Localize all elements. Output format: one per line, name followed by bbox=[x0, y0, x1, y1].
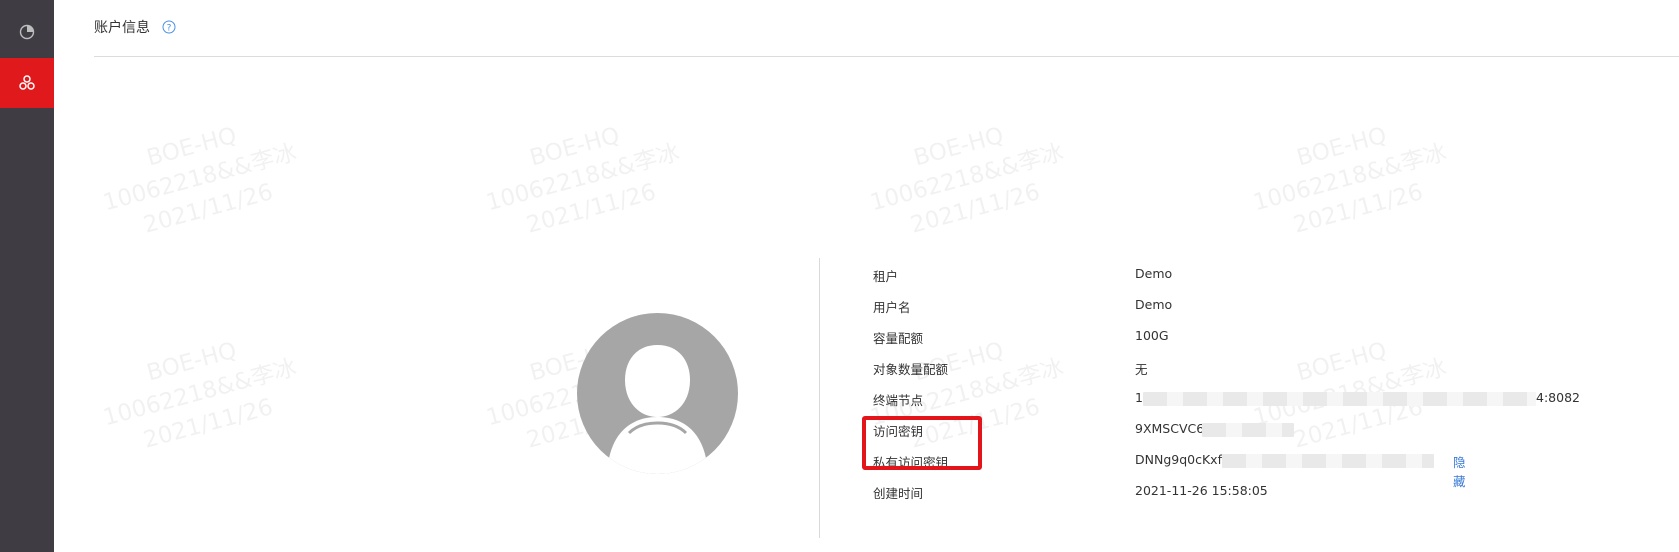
cluster-nodes-icon bbox=[19, 75, 35, 90]
page-title: 账户信息 bbox=[94, 20, 150, 36]
watermark: BOE-HQ10062218&&李冰2021/11/26 bbox=[100, 337, 300, 454]
value-quota: 100G bbox=[1135, 328, 1169, 343]
watermark: 2021/11/26 bbox=[857, 0, 1078, 20]
question-circle-icon[interactable]: ? bbox=[162, 20, 176, 34]
header-divider bbox=[94, 56, 1679, 57]
label-quota: 容量配额 bbox=[873, 331, 924, 346]
redacted-access-key bbox=[1202, 423, 1294, 437]
highlight-box bbox=[862, 416, 982, 470]
value-secret-key: DNNg9q0cKxf0 bbox=[1135, 452, 1230, 467]
label-username: 用户名 bbox=[873, 300, 911, 315]
watermark: BOE-HQ10062218&&李冰2021/11/26 bbox=[867, 122, 1067, 239]
value-created: 2021-11-26 15:58:05 bbox=[1135, 483, 1268, 498]
hide-secret-link[interactable]: 隐藏 bbox=[1453, 452, 1466, 490]
vertical-divider bbox=[819, 258, 820, 538]
redacted-endpoint bbox=[1143, 392, 1536, 406]
watermark: BOE-HQ10062218&&李冰2021/11/26 bbox=[1250, 122, 1450, 239]
value-object-quota: 无 bbox=[1135, 362, 1148, 377]
value-tenant: Demo bbox=[1135, 266, 1173, 281]
value-access-key: 9XMSCVC6 bbox=[1135, 421, 1205, 436]
value-username: Demo bbox=[1135, 297, 1173, 312]
label-tenant: 租户 bbox=[873, 269, 899, 284]
nav-item-account[interactable] bbox=[0, 58, 54, 108]
nav-item-dashboard[interactable] bbox=[0, 7, 54, 57]
value-endpoint-prefix: 1 bbox=[1135, 390, 1143, 405]
pie-chart-icon bbox=[19, 24, 35, 40]
redacted-secret-key bbox=[1222, 454, 1434, 468]
watermark: 2021/11/26 bbox=[473, 0, 694, 20]
value-endpoint-suffix: 4:8082 bbox=[1536, 390, 1580, 405]
left-nav-rail bbox=[0, 0, 54, 552]
svg-text:?: ? bbox=[167, 23, 172, 33]
avatar bbox=[577, 313, 738, 474]
label-endpoint: 终端节点 bbox=[873, 393, 924, 408]
label-object-quota: 对象数量配额 bbox=[873, 362, 949, 377]
watermark: BOE-HQ10062218&&李冰2021/11/26 bbox=[100, 122, 300, 239]
label-created: 创建时间 bbox=[873, 486, 924, 501]
watermark: BOE-HQ10062218&&李冰2021/11/26 bbox=[483, 122, 683, 239]
watermark: 2021/11/26 bbox=[1240, 0, 1461, 20]
